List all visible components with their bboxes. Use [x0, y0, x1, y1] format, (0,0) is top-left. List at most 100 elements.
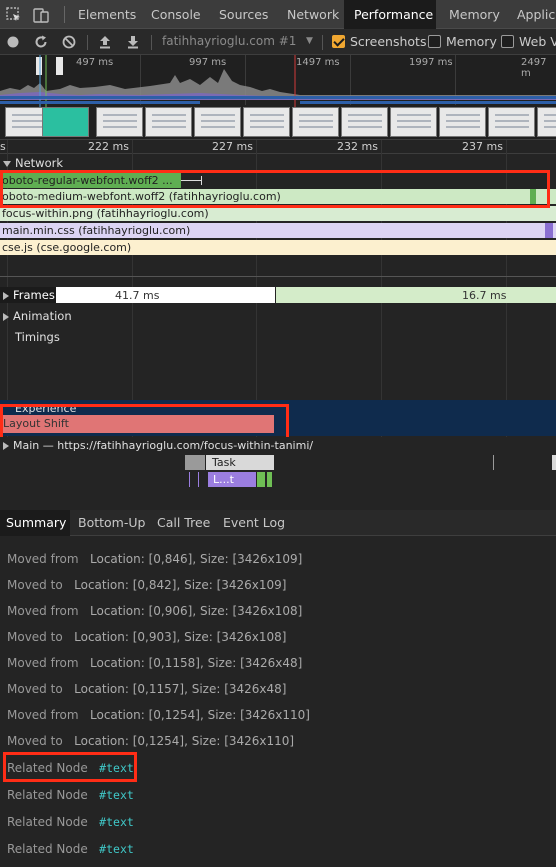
summary-key: Moved from: [7, 604, 79, 618]
summary-value: Location: [0,846], Size: [3426x109]: [90, 552, 303, 566]
summary-row: Moved from Location: [0,906], Size: [342…: [7, 604, 302, 618]
timeline-overview[interactable]: 497 ms 997 ms 1497 ms 1997 ms 2497 m: [0, 55, 556, 140]
record-icon[interactable]: [5, 34, 21, 50]
summary-key: Moved from: [7, 656, 79, 670]
tab-memory[interactable]: Memory: [447, 0, 502, 29]
event-tick: [189, 472, 190, 487]
chevron-down-icon[interactable]: ▼: [306, 36, 313, 46]
memory-label: Memory: [446, 34, 497, 49]
screenshot-thumbnail[interactable]: [439, 107, 486, 137]
summary-panel: Moved from Location: [0,846], Size: [342…: [0, 536, 556, 867]
summary-row: Moved to Location: [0,842], Size: [3426x…: [7, 578, 286, 592]
related-node-row: Related Node #text: [7, 815, 134, 829]
screenshot-thumbnail[interactable]: [243, 107, 290, 137]
network-request-bar[interactable]: cse.js (cse.google.com): [0, 240, 556, 255]
tab-console[interactable]: Console: [149, 0, 203, 29]
screenshots-checkbox[interactable]: [332, 35, 345, 48]
toolbar-divider: [87, 35, 88, 50]
clear-icon[interactable]: [61, 34, 77, 50]
related-node-label: Related Node: [7, 815, 88, 829]
screenshot-thumbnail[interactable]: [488, 107, 535, 137]
toolbar-divider: [151, 35, 152, 50]
screenshot-thumbnail[interactable]: [537, 107, 556, 137]
cpu-activity-graph: [0, 55, 556, 107]
related-node-link[interactable]: #text: [99, 788, 134, 802]
expand-triangle-icon: [3, 442, 9, 450]
frame-duration: 16.7 ms: [462, 289, 507, 302]
inspect-element-icon[interactable]: [5, 6, 23, 24]
summary-value: Location: [0,1254], Size: [3426x110]: [74, 734, 295, 748]
summary-row: Moved to Location: [0,1254], Size: [3426…: [7, 734, 294, 748]
network-request-bar[interactable]: main.min.css (fatihhayrioglu.com): [0, 223, 556, 238]
summary-row: Moved to Location: [0,903], Size: [3426x…: [7, 630, 286, 644]
summary-value: Location: [0,1157], Size: [3426x48]: [74, 682, 287, 696]
ruler-tick: 232 ms: [337, 140, 378, 153]
task-bar[interactable]: Task: [206, 455, 274, 470]
paint-event-bar[interactable]: [257, 472, 265, 487]
frames-header[interactable]: Frames: [3, 288, 55, 302]
device-toolbar-icon[interactable]: [32, 6, 50, 24]
highlight-annotation-box: [3, 752, 137, 782]
task-bar[interactable]: [185, 455, 205, 470]
related-node-link[interactable]: #text: [99, 842, 134, 856]
screenshot-thumbnail[interactable]: [96, 107, 143, 137]
related-node-row: Related Node #text: [7, 788, 134, 802]
expand-triangle-icon: [3, 312, 9, 321]
tab-network[interactable]: Network: [285, 0, 341, 29]
screenshot-thumbnail[interactable]: [341, 107, 388, 137]
ruler-tick: 227 ms: [212, 140, 253, 153]
related-node-label: Related Node: [7, 842, 88, 856]
summary-key: Moved from: [7, 552, 79, 566]
ruler-tick: s: [0, 140, 6, 153]
ruler-tick: 222 ms: [88, 140, 129, 153]
reload-icon[interactable]: [33, 34, 49, 50]
summary-key: Moved to: [7, 682, 63, 696]
event-tick: [493, 455, 494, 470]
frame-duration: 41.7 ms: [115, 289, 160, 302]
summary-key: Moved to: [7, 630, 63, 644]
summary-key: Moved from: [7, 708, 79, 722]
related-node-link[interactable]: #text: [99, 815, 134, 829]
paint-event-bar[interactable]: [267, 472, 272, 487]
tab-sources[interactable]: Sources: [217, 0, 270, 29]
web-vitals-label: Web Vi: [519, 34, 556, 49]
timings-track-label: Timings: [15, 330, 60, 344]
animation-track-header[interactable]: Animation: [3, 309, 72, 323]
tab-summary[interactable]: Summary: [0, 510, 70, 536]
screenshot-thumbnail[interactable]: [390, 107, 437, 137]
screenshot-thumbnail[interactable]: [145, 107, 192, 137]
screenshot-thumbnail[interactable]: [194, 107, 241, 137]
main-track-header[interactable]: Main — https://fatihhayrioglu.com/focus-…: [3, 439, 313, 452]
screenshot-thumbnail[interactable]: [42, 107, 89, 137]
related-node-row: Related Node #text: [7, 842, 134, 856]
layout-event-bar[interactable]: L...t: [208, 472, 256, 487]
network-track-header[interactable]: Network: [3, 156, 63, 170]
tab-event-log[interactable]: Event Log: [217, 510, 291, 536]
tab-elements[interactable]: Elements: [76, 0, 138, 29]
download-icon[interactable]: [125, 34, 141, 50]
web-vitals-checkbox[interactable]: [501, 35, 514, 48]
expand-triangle-icon: [3, 291, 9, 300]
tab-bottom-up[interactable]: Bottom-Up: [72, 510, 151, 536]
profile-select[interactable]: fatihhayrioglu.com #1: [162, 34, 296, 48]
frames-track[interactable]: Frames 41.7 ms 16.7 ms: [0, 287, 556, 303]
summary-key: Moved to: [7, 734, 63, 748]
time-ruler: s 222 ms 227 ms 232 ms 237 ms: [0, 140, 556, 154]
tab-call-tree[interactable]: Call Tree: [151, 510, 216, 536]
tab-application[interactable]: Applica: [515, 0, 556, 29]
upload-icon[interactable]: [97, 34, 113, 50]
network-request-bar[interactable]: focus-within.png (fatihhayrioglu.com): [0, 206, 556, 221]
task-bar[interactable]: [552, 455, 556, 470]
summary-value: Location: [0,903], Size: [3426x108]: [74, 630, 287, 644]
tab-performance[interactable]: Performance: [344, 0, 436, 29]
collapse-triangle-icon: [3, 160, 11, 167]
screenshot-thumbnail[interactable]: [292, 107, 339, 137]
track-divider: [0, 276, 556, 277]
animation-label: Animation: [13, 309, 72, 323]
tabbar-divider: [64, 6, 65, 23]
frames-label: Frames: [13, 288, 55, 302]
memory-checkbox[interactable]: [428, 35, 441, 48]
devtools-tab-bar: Elements Console Sources Network Perform…: [0, 0, 556, 29]
ruler-tick: 237 ms: [462, 140, 503, 153]
summary-row: Moved to Location: [0,1157], Size: [3426…: [7, 682, 286, 696]
